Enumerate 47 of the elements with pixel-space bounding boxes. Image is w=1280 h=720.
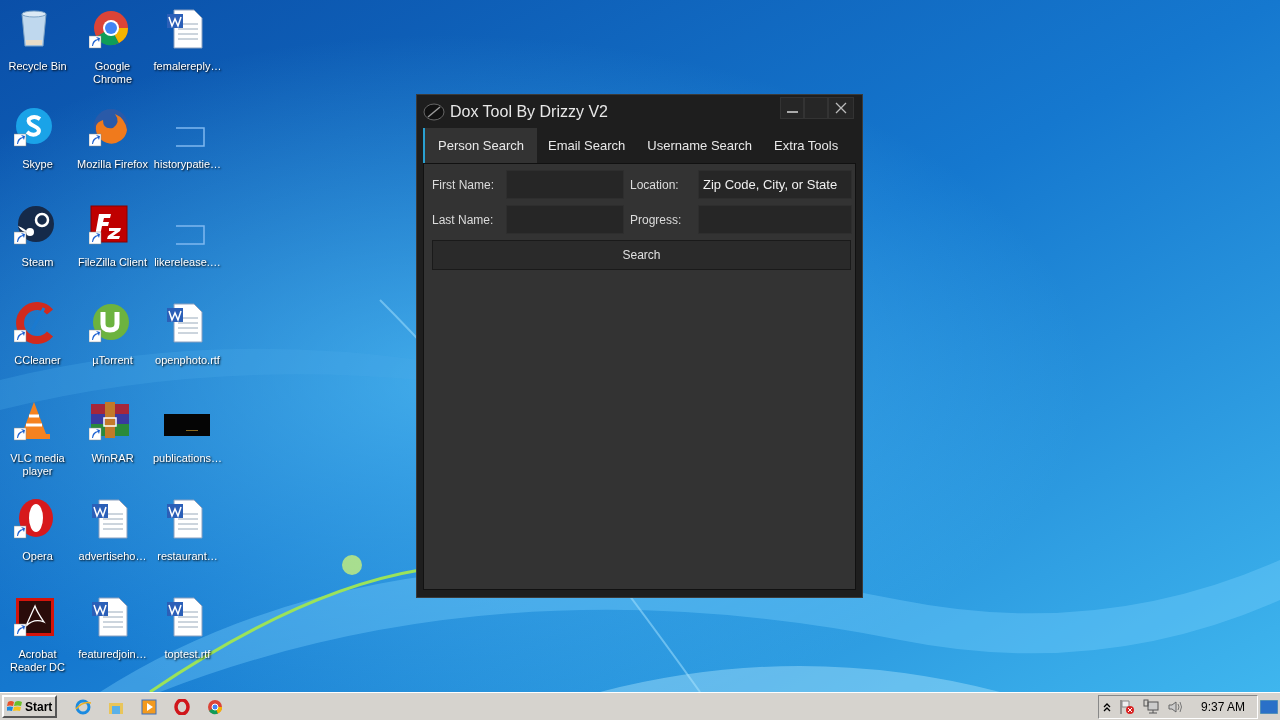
tab[interactable]: Email Search	[537, 128, 637, 163]
icon-label[interactable]: featuredjoin…	[75, 648, 150, 661]
icon-label[interactable]: µTorrent	[75, 354, 150, 367]
field-label: Location:	[629, 176, 680, 194]
icon-label[interactable]: Opera	[0, 550, 75, 563]
input-field[interactable]: Zip Code, City, or State	[698, 170, 852, 199]
field-label: Progress:	[629, 211, 683, 229]
search-button[interactable]: Search	[432, 240, 851, 270]
icon-label[interactable]: advertiseho…	[75, 550, 150, 563]
icon-label[interactable]: historypatie…	[150, 158, 225, 171]
tab[interactable]: Person Search	[423, 128, 537, 163]
browser-icon[interactable]	[207, 698, 224, 715]
icon-label[interactable]: likerelease.…	[150, 256, 225, 269]
minimize-button[interactable]	[780, 97, 804, 119]
icon-label[interactable]: Recycle Bin	[0, 60, 75, 73]
icon-label[interactable]: CCleaner	[0, 354, 75, 367]
app-logo-icon	[423, 102, 445, 121]
icon-label[interactable]: toptest.rtf	[150, 648, 225, 661]
media-player-icon[interactable]	[141, 698, 158, 715]
tab[interactable]: Extra Tools	[763, 128, 850, 163]
browser-icon[interactable]	[174, 698, 191, 715]
icon-label[interactable]: Skype	[0, 158, 75, 171]
icon-label[interactable]: FileZilla Client	[75, 256, 150, 269]
network-icon[interactable]	[1142, 698, 1159, 715]
icon-label[interactable]: VLC media player	[0, 452, 75, 478]
icon-label[interactable]: openphoto.rtf	[150, 354, 225, 367]
icon-label[interactable]: femalereply…	[150, 60, 225, 73]
speaker-icon[interactable]	[1166, 698, 1183, 715]
show-desktop-icon[interactable]	[1260, 699, 1278, 714]
icon-label[interactable]: Steam	[0, 256, 75, 269]
flag-error-icon[interactable]	[1118, 698, 1135, 715]
field-label: First Name:	[432, 176, 495, 194]
windows-logo-icon	[7, 699, 23, 714]
icon-label[interactable]: Mozilla Firefox	[75, 158, 150, 171]
icon-label[interactable]: Google Chrome	[75, 60, 150, 86]
icon-label[interactable]: WinRAR	[75, 452, 150, 465]
minimize-icon	[786, 111, 798, 113]
window-title: Dox Tool By Drizzy V2	[450, 101, 608, 122]
icon-label[interactable]: Acrobat Reader DC	[0, 648, 75, 674]
icon-label[interactable]: publications…	[150, 452, 225, 465]
start-button[interactable]: Start	[2, 695, 58, 718]
close-button[interactable]	[828, 97, 854, 119]
tab[interactable]: Username Search	[636, 128, 764, 163]
close-icon	[835, 102, 847, 114]
icon-label[interactable]: restaurant…	[150, 550, 225, 563]
field-label: Last Name:	[432, 211, 495, 229]
chevron-up-icon[interactable]	[1102, 701, 1111, 712]
